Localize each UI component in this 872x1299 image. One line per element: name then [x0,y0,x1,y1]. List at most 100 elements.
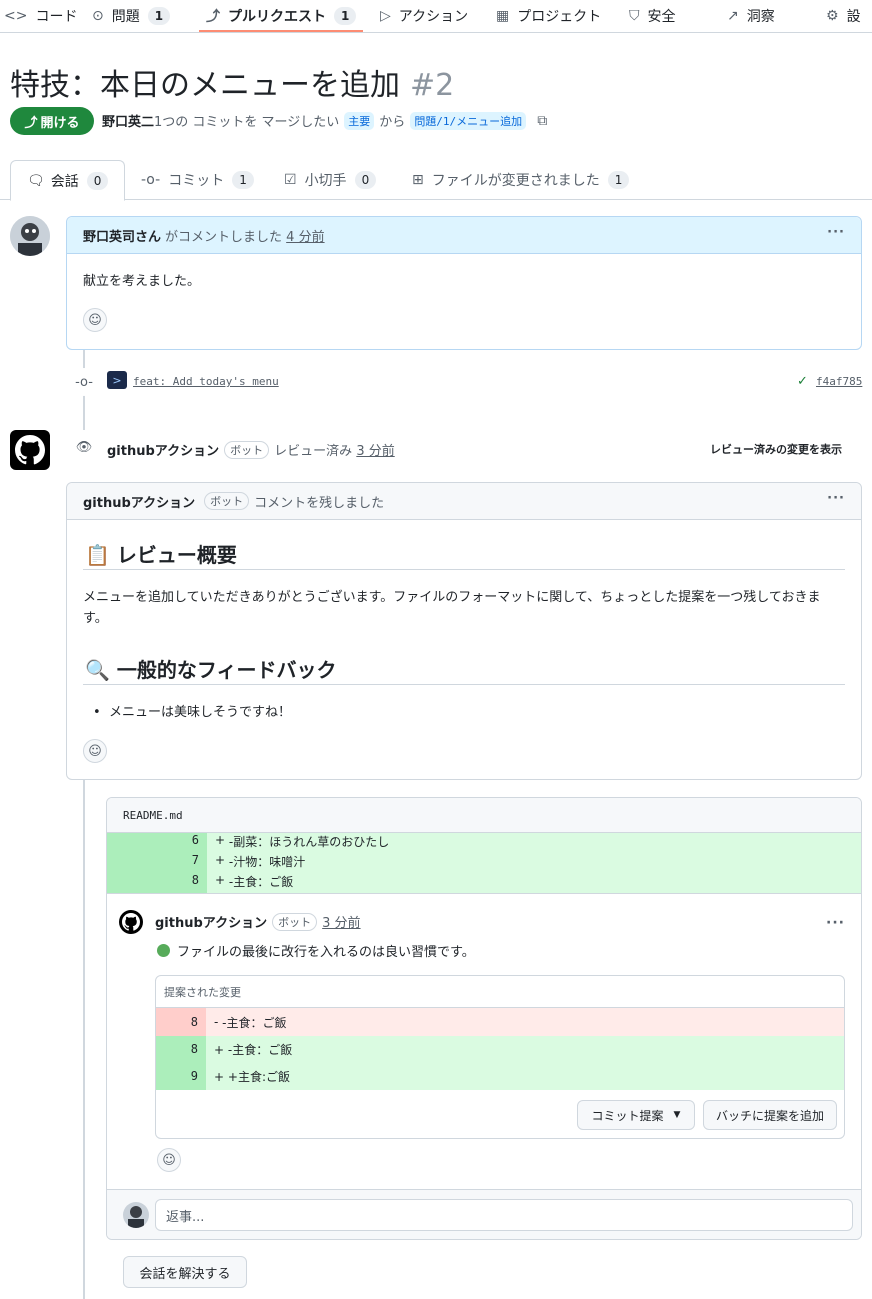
tab-checks-count: 0 [354,171,377,189]
nav-pull-requests[interactable]: ⤴ プルリクエスト 1 [206,0,357,32]
commit-suggestion-button[interactable]: コミット提案 ▼ [577,1100,695,1130]
github-avatar[interactable] [119,910,143,934]
line-number[interactable]: 6 [107,833,207,853]
comment-body: 献立を考えました。 [83,274,201,289]
github-icon [122,913,140,931]
file-name[interactable]: README.md [123,809,183,822]
pr-author-link[interactable]: 野口英二 [102,111,154,130]
active-tab-underline [199,30,363,32]
line-number[interactable]: 7 [107,853,207,873]
review-heading-summary: 📋 レビュー概要 [85,539,237,568]
nav-pr-count: 1 [334,7,357,25]
tab-commits[interactable]: -o- コミット 1 [141,160,254,200]
smiley-icon[interactable]: ☺ [83,739,107,763]
nav-settings-label: 設 [846,9,861,25]
comment-header: 野口英司さん がコメントしました 4 分前 ··· [67,217,861,254]
check-icon: ✓ [797,374,808,389]
nav-insights[interactable]: ↗ 洞察 [727,0,775,32]
avatar-image [10,216,50,256]
comment-time[interactable]: 4 分前 [286,226,324,245]
add-to-batch-button[interactable]: バッチに提案を追加 [703,1100,837,1130]
pr-title: 特技：本日のメニューを追加 [10,68,400,103]
nav-projects[interactable]: ▦ プロジェクト [496,0,601,32]
line-number: 8 [156,1008,206,1036]
nav-pr-label: プルリクエスト [228,9,326,25]
eye-icon: 👁 [70,433,98,461]
reply-input[interactable]: 返事... [155,1199,853,1231]
kebab-menu-icon[interactable]: ··· [826,915,845,931]
resolve-conversation-button[interactable]: 会話を解決する [123,1256,247,1288]
nav-code[interactable]: <> コード [4,0,77,32]
nav-issues[interactable]: ⊙ 問題 1 [92,0,171,32]
copy-icon[interactable]: ⧉ [537,113,547,129]
line-number[interactable]: 8 [107,873,207,893]
terminal-icon: > [107,371,127,389]
tab-checks[interactable]: ☑ 小切手 0 [284,160,377,200]
magnifier-icon: 🔍 [85,658,110,682]
line-number: 9 [156,1063,206,1090]
view-reviewed-changes-link[interactable]: レビュー済みの変更を表示 [710,441,842,457]
comment-icon: 🗨 [27,172,45,189]
list-item: • メニューは美味しそうですね！ [93,705,291,720]
divider [83,569,845,570]
nav-security[interactable]: ⛉ 安全 [629,0,676,32]
tab-files-count: 1 [607,171,630,189]
pr-meta: 野口英二 1つの コミットを マージしたい 主要 から 問題/1/メニュー追加 … [102,111,547,130]
nav-actions[interactable]: ▷ アクション [380,0,468,32]
avatar[interactable] [10,216,50,256]
commit-icon: -o- [70,368,98,396]
commit-message[interactable]: feat: Add today's menu [133,375,279,388]
status-badge: ⤴ 開ける [10,107,94,135]
diff-sign: + [214,1069,225,1084]
tab-files-changed[interactable]: ⊞ ファイルが変更されました 1 [412,160,630,200]
kebab-menu-icon[interactable]: ··· [827,225,845,240]
commit-suggestion-label: コミット提案 [591,1108,664,1123]
inline-comment-header: githubアクション ボット 3 分前 [155,912,361,931]
review-actor[interactable]: githubアクション [107,440,219,459]
comment-action: がコメントしました [165,229,283,245]
review-heading-feedback: 🔍 一般的なフィードバック [85,654,336,683]
review-time[interactable]: 3 分前 [356,440,394,459]
review-author[interactable]: githubアクション [83,492,195,511]
commit-sha[interactable]: f4af785 [816,375,862,388]
avatar [123,1202,149,1228]
comment-author[interactable]: 野口英司さん [83,226,161,245]
reply-placeholder: 返事... [166,1209,205,1225]
clipboard-icon: 📋 [85,543,110,567]
add-to-batch-label: バッチに提案を追加 [715,1108,824,1123]
suggested-change-title: 提案された変更 [156,976,844,1008]
diff-code: -主食：ご飯 [227,1043,293,1057]
tab-conversation[interactable]: 🗨 会話 0 [10,160,126,201]
comment-box: 野口英司さん がコメントしました 4 分前 ··· 献立を考えました。 ☺ [66,216,862,350]
suggestion-line: 9 + +主食:ご飯 [156,1063,844,1090]
diff-line: 6 + -副菜：ほうれん草のおひたし [107,833,861,853]
inline-time[interactable]: 3 分前 [322,912,360,931]
kebab-menu-icon[interactable]: ··· [827,491,845,506]
timeline-line [83,780,85,1299]
diff-code: -主食：ご飯 [228,875,294,889]
smiley-icon[interactable]: ☺ [157,1148,181,1172]
code-icon: <> [4,8,28,24]
bot-badge: ボット [224,440,270,459]
head-branch[interactable]: 問題/1/メニュー追加 [410,111,527,130]
tab-files-label: ファイルが変更されました [431,173,600,189]
caret-down-icon: ▼ [673,1110,681,1120]
commit-icon: -o- [141,172,161,188]
smiley-icon[interactable]: ☺ [83,308,107,332]
from-text: から [379,115,406,130]
file-header: README.md [107,798,861,833]
nav-settings[interactable]: ⚙ 設 [826,0,861,32]
inline-author[interactable]: githubアクション [155,912,267,931]
avatar-image [123,1202,149,1228]
diff-code: +主食:ご飯 [227,1070,290,1084]
tab-conversation-count: 0 [86,171,109,190]
review-box: githubアクション ボット コメントを残しました ··· 📋 レビュー概要 … [66,482,862,780]
review-event: githubアクション ボット レビュー済み 3 分前 [107,440,395,459]
suggestion-line: 8 + -主食：ご飯 [156,1036,844,1063]
page-title: 特技：本日のメニューを追加 #2 [10,60,454,104]
heading-summary-text: レビュー概要 [116,543,237,567]
github-avatar[interactable] [10,430,50,470]
base-branch[interactable]: 主要 [344,111,375,130]
nav-code-label: コード [35,9,78,25]
suggested-change: 提案された変更 8 - -主食：ご飯 8 + -主食：ご飯 9 + +主食:ご飯… [155,975,845,1139]
